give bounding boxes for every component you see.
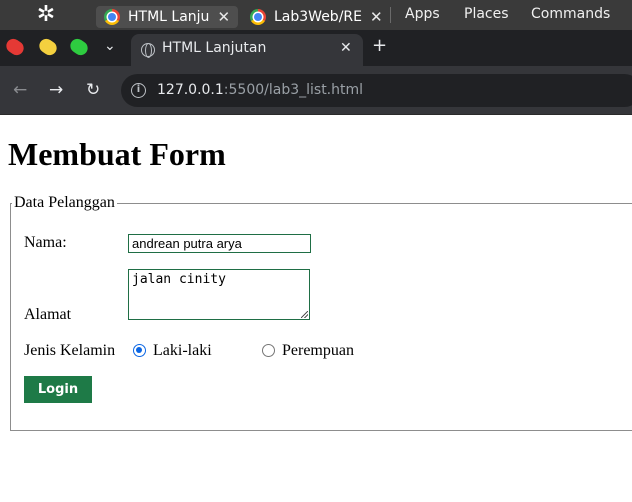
divider [390,7,391,23]
alamat-textarea[interactable]: jalan cinity [128,269,310,320]
fieldset-legend: Data Pelanggan [12,194,117,212]
os-taskbar-tab-lab3[interactable]: Lab3Web/RE ✕ [242,6,388,28]
globe-icon [141,43,155,58]
login-button[interactable]: Login [24,376,92,403]
menu-commands[interactable]: Commands [531,6,610,22]
os-tab-label: HTML Lanju [128,9,210,25]
forward-arrow-icon[interactable]: → [49,80,63,100]
os-top-panel: ✲ HTML Lanju ✕ Lab3Web/RE ✕ Apps Places … [0,0,632,30]
back-arrow-icon[interactable]: ← [13,80,27,100]
close-icon[interactable]: ✕ [370,8,383,26]
browser-tab-strip: ⌄ HTML Lanjutan ✕ + [0,30,632,66]
os-taskbar-tab-html[interactable]: HTML Lanju ✕ [96,6,238,28]
radio-laki-laki-label: Laki-laki [153,342,212,359]
browser-toolbar: ← → ↻ i 127.0.0.1:5500/lab3_list.html [0,66,632,115]
radio-laki-laki[interactable] [133,344,146,357]
info-icon[interactable]: i [131,83,146,98]
menu-places[interactable]: Places [464,6,509,22]
page-content: Membuat Form Data Pelanggan Nama: andrea… [0,116,632,502]
settings-gear-icon[interactable]: ✲ [33,2,59,28]
tab-title: HTML Lanjutan [162,40,267,56]
chevron-down-icon[interactable]: ⌄ [104,38,116,54]
window-close-button[interactable] [3,36,27,58]
reload-icon[interactable]: ↻ [86,80,100,100]
new-tab-button[interactable]: + [372,35,387,56]
url-path: :5500/lab3_list.html [223,82,364,98]
chrome-icon [104,9,120,25]
window-minimize-button[interactable] [36,36,60,58]
radio-perempuan-label: Perempuan [282,342,354,359]
browser-tab-active[interactable]: HTML Lanjutan ✕ [131,34,363,66]
jenis-kelamin-label: Jenis Kelamin [24,342,116,359]
address-bar[interactable]: i 127.0.0.1:5500/lab3_list.html [121,74,632,107]
alamat-text: jalan cinity [132,272,226,287]
alamat-label: Alamat [24,306,72,323]
menu-apps[interactable]: Apps [405,6,440,22]
radio-perempuan[interactable] [262,344,275,357]
nama-label: Nama: [24,234,67,251]
window-maximize-button[interactable] [67,36,91,58]
chrome-icon [250,9,266,25]
url-text[interactable]: 127.0.0.1:5500/lab3_list.html [157,82,363,98]
resize-grip-icon[interactable] [301,311,308,318]
os-tab-label: Lab3Web/RE [274,9,362,25]
page-title: Membuat Form [8,136,226,172]
url-host: 127.0.0.1 [157,82,224,98]
close-icon[interactable]: ✕ [340,40,352,56]
fieldset-data-pelanggan [10,203,632,431]
nama-input[interactable]: andrean putra arya [128,234,311,253]
close-icon[interactable]: ✕ [217,8,230,26]
